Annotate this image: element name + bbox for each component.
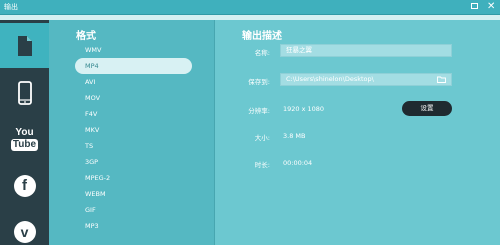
size-value: 3.8 MB bbox=[283, 132, 306, 140]
format-item-mkv[interactable]: MKV bbox=[75, 122, 192, 138]
close-icon[interactable]: ✕ bbox=[487, 0, 495, 13]
format-item-ts[interactable]: TS bbox=[75, 138, 192, 154]
sidebar-item-file[interactable] bbox=[0, 23, 49, 68]
format-item-mpeg2[interactable]: MPEG-2 bbox=[75, 170, 192, 186]
format-item-gif[interactable]: GIF bbox=[75, 202, 192, 218]
output-description-panel: 输出描述 名称: 狂暴之翼 保存到: C:\Users\shinelon\Des… bbox=[215, 20, 500, 245]
folder-icon[interactable] bbox=[437, 76, 446, 83]
sidebar-item-vimeo[interactable]: v bbox=[0, 209, 49, 245]
sidebar: You Tube f v bbox=[0, 20, 49, 245]
save-path-value: C:\Users\shinelon\Desktop\ bbox=[286, 75, 374, 83]
sidebar-item-facebook[interactable]: f bbox=[0, 163, 49, 208]
duration-value: 00:00:04 bbox=[283, 159, 313, 167]
resolution-value: 1920 x 1080 bbox=[283, 105, 325, 113]
format-panel: 格式 WMV MP4 AVI MOV F4V MKV TS 3GP MPEG-2… bbox=[49, 20, 214, 245]
file-icon bbox=[17, 35, 32, 56]
format-item-mp4[interactable]: MP4 bbox=[75, 58, 192, 74]
format-item-f4v[interactable]: F4V bbox=[75, 106, 192, 122]
duration-label: 时长: bbox=[254, 161, 270, 169]
name-field[interactable]: 狂暴之翼 bbox=[280, 44, 452, 57]
format-item-avi[interactable]: AVI bbox=[75, 74, 192, 90]
format-item-mp3[interactable]: MP3 bbox=[75, 218, 192, 234]
settings-button[interactable]: 设置 bbox=[402, 101, 452, 116]
facebook-icon: f bbox=[13, 174, 36, 197]
sidebar-item-device[interactable] bbox=[0, 70, 49, 115]
size-label: 大小: bbox=[254, 134, 270, 142]
title-bar: 输出 ✕ bbox=[0, 0, 500, 15]
window-title: 输出 bbox=[4, 3, 18, 11]
format-item-webm[interactable]: WEBM bbox=[75, 186, 192, 202]
name-label: 名称: bbox=[254, 49, 270, 57]
resolution-label: 分辨率: bbox=[248, 107, 270, 115]
format-item-3gp[interactable]: 3GP bbox=[75, 154, 192, 170]
vimeo-icon: v bbox=[13, 220, 36, 243]
description-title: 输出描述 bbox=[242, 31, 282, 42]
format-item-mov[interactable]: MOV bbox=[75, 90, 192, 106]
phone-icon bbox=[17, 80, 32, 105]
save-to-label: 保存到: bbox=[248, 78, 270, 86]
format-item-wmv[interactable]: WMV bbox=[75, 42, 192, 58]
format-title: 格式 bbox=[76, 31, 96, 42]
save-path-field[interactable]: C:\Users\shinelon\Desktop\ bbox=[280, 73, 452, 86]
youtube-icon: You Tube bbox=[10, 127, 39, 151]
sidebar-item-youtube[interactable]: You Tube bbox=[0, 117, 49, 162]
maximize-icon[interactable] bbox=[471, 3, 478, 9]
